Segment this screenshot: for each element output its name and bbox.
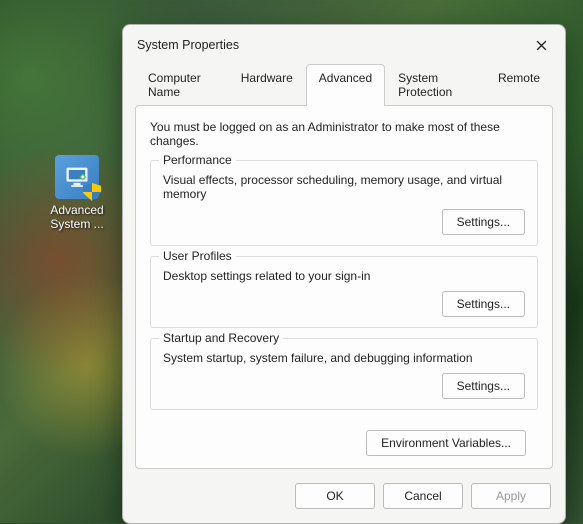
group-desc-performance: Visual effects, processor scheduling, me…	[163, 173, 525, 201]
group-legend-user-profiles: User Profiles	[159, 249, 236, 263]
close-button[interactable]	[529, 33, 553, 57]
dialog-title: System Properties	[137, 38, 239, 52]
tab-strip: Computer Name Hardware Advanced System P…	[123, 63, 565, 105]
tab-panel-advanced: You must be logged on as an Administrato…	[135, 105, 553, 469]
group-legend-performance: Performance	[159, 153, 236, 167]
titlebar: System Properties	[123, 25, 565, 63]
group-startup-recovery: Startup and Recovery System startup, sys…	[150, 338, 538, 410]
group-desc-user-profiles: Desktop settings related to your sign-in	[163, 269, 525, 283]
tab-system-protection[interactable]: System Protection	[385, 64, 485, 106]
startup-recovery-settings-button[interactable]: Settings...	[442, 373, 525, 399]
system-properties-dialog: System Properties Computer Name Hardware…	[122, 24, 566, 524]
group-user-profiles: User Profiles Desktop settings related t…	[150, 256, 538, 328]
ok-button[interactable]: OK	[295, 483, 375, 509]
user-profiles-settings-button[interactable]: Settings...	[442, 291, 525, 317]
dialog-button-row: OK Cancel Apply	[123, 469, 565, 523]
group-desc-startup-recovery: System startup, system failure, and debu…	[163, 351, 525, 365]
performance-settings-button[interactable]: Settings...	[442, 209, 525, 235]
tab-computer-name[interactable]: Computer Name	[135, 64, 228, 106]
uac-shield-icon	[83, 183, 101, 201]
computer-settings-icon	[55, 155, 99, 199]
tab-remote[interactable]: Remote	[485, 64, 553, 106]
environment-variables-button[interactable]: Environment Variables...	[366, 430, 526, 456]
admin-notice-text: You must be logged on as an Administrato…	[150, 120, 538, 148]
group-performance: Performance Visual effects, processor sc…	[150, 160, 538, 246]
close-icon	[536, 40, 547, 51]
desktop-shortcut-advanced-system[interactable]: Advanced System ...	[42, 155, 112, 231]
tab-advanced[interactable]: Advanced	[306, 64, 385, 106]
apply-button[interactable]: Apply	[471, 483, 551, 509]
desktop-shortcut-label: Advanced System ...	[42, 203, 112, 231]
group-legend-startup-recovery: Startup and Recovery	[159, 331, 283, 345]
tab-hardware[interactable]: Hardware	[228, 64, 306, 106]
cancel-button[interactable]: Cancel	[383, 483, 463, 509]
